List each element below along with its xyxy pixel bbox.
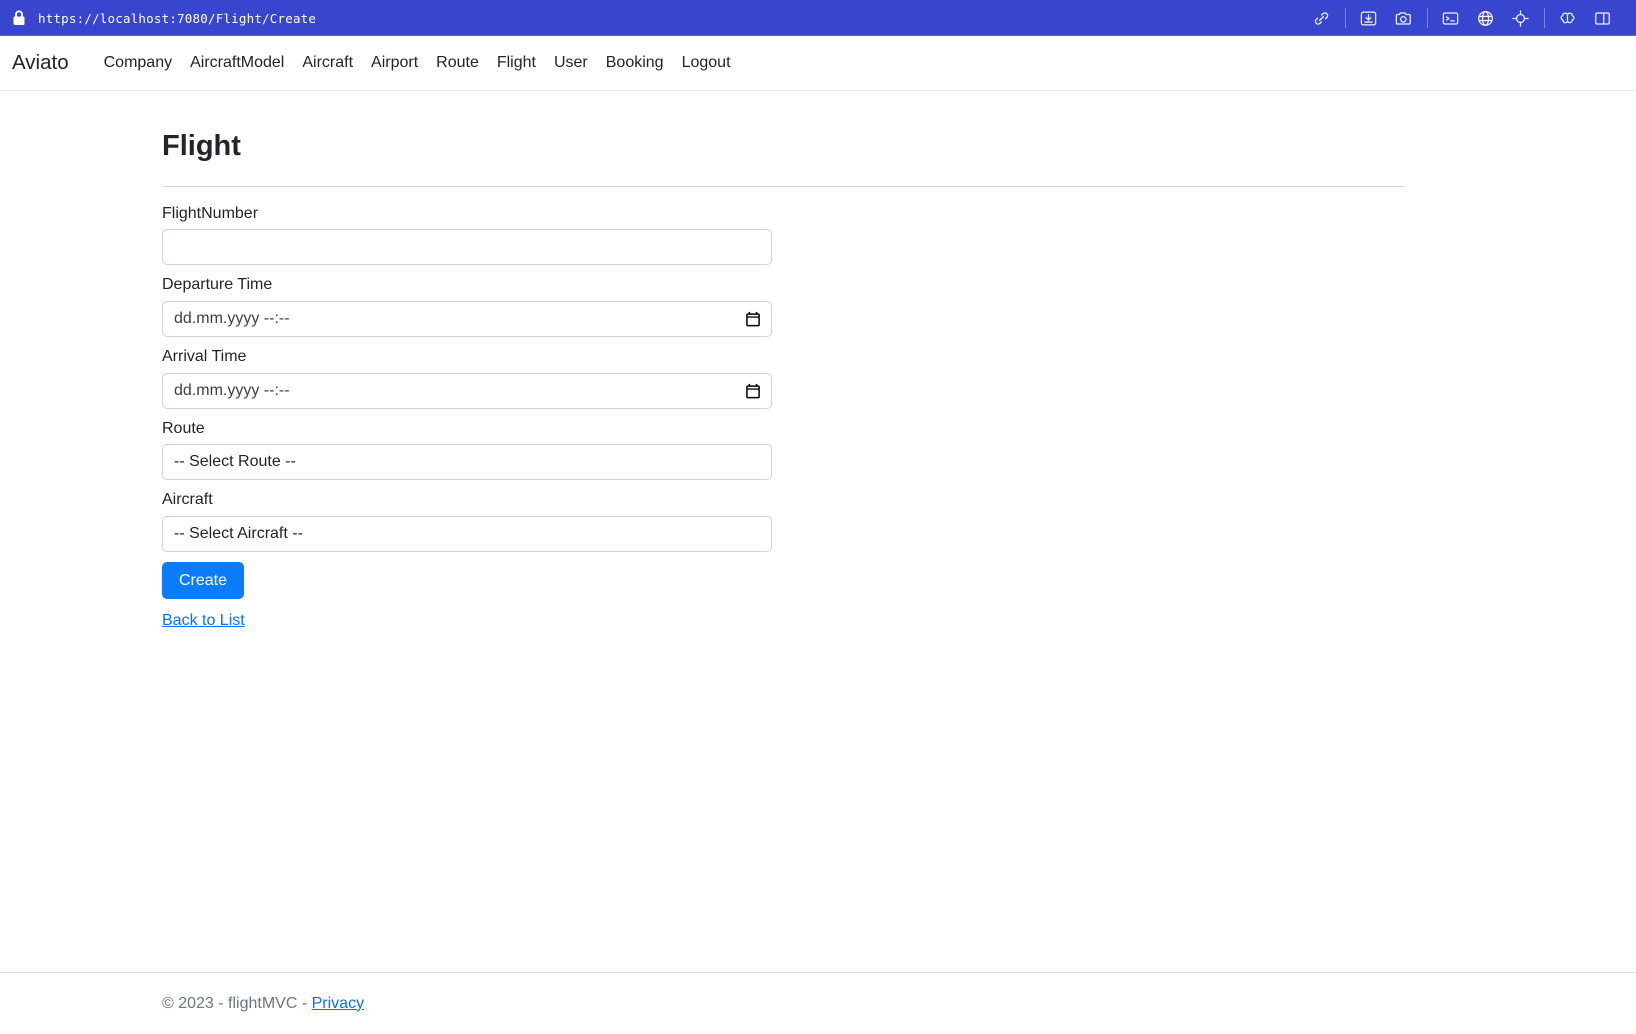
flight-create-form: FlightNumber Departure Time dd.mm.yyyy -…: [162, 187, 772, 631]
camera-icon[interactable]: [1394, 9, 1413, 28]
save-to-box-icon[interactable]: [1359, 9, 1378, 28]
nav-link-route[interactable]: Route: [427, 54, 488, 72]
lock-icon: [12, 10, 26, 26]
footer-copyright-text: © 2023 - flightMVC -: [162, 994, 312, 1012]
nav-link-flight[interactable]: Flight: [488, 54, 545, 72]
arrival-time-label: Arrival Time: [162, 347, 247, 365]
nav-link-airport[interactable]: Airport: [362, 54, 427, 72]
site-navbar: Aviato Company AircraftModel Aircraft Ai…: [0, 36, 1636, 91]
url-text[interactable]: https://localhost:7080/Flight/Create: [38, 11, 316, 26]
globe-icon[interactable]: [1476, 9, 1495, 28]
arrival-time-field: dd.mm.yyyy --:--: [162, 372, 772, 409]
nav-link-aircraft[interactable]: Aircraft: [293, 54, 362, 72]
calendar-icon[interactable]: [746, 311, 760, 327]
browser-url-bar: https://localhost:7080/Flight/Create: [0, 0, 1636, 36]
back-to-list-link[interactable]: Back to List: [162, 612, 245, 630]
toolbar-group-capture: [1345, 9, 1427, 28]
aircraft-select[interactable]: -- Select Aircraft --: [162, 515, 772, 552]
toolbar-group-tools: [1427, 9, 1544, 28]
departure-time-label: Departure Time: [162, 276, 273, 294]
departure-time-field: dd.mm.yyyy --:--: [162, 300, 772, 337]
link-icon[interactable]: [1312, 9, 1331, 28]
flight-number-input[interactable]: [162, 229, 772, 266]
privacy-link[interactable]: Privacy: [312, 995, 364, 1012]
brain-icon[interactable]: [1558, 9, 1577, 28]
nav-link-booking[interactable]: Booking: [597, 54, 673, 72]
target-crosshair-icon[interactable]: [1511, 9, 1530, 28]
terminal-icon[interactable]: [1441, 9, 1460, 28]
main-container: Flight FlightNumber Departure Time dd.mm…: [0, 91, 1636, 630]
split-panel-icon[interactable]: [1593, 9, 1612, 28]
footer-copyright: © 2023 - flightMVC - Privacy: [162, 995, 364, 1013]
nav-link-company[interactable]: Company: [95, 54, 181, 72]
arrival-time-input[interactable]: [162, 372, 772, 409]
aircraft-label: Aircraft: [162, 491, 213, 509]
departure-time-input[interactable]: [162, 300, 772, 337]
brand-aviato[interactable]: Aviato: [12, 51, 69, 75]
route-select[interactable]: -- Select Route --: [162, 444, 772, 481]
nav-link-aircraftmodel[interactable]: AircraftModel: [181, 54, 293, 72]
flight-number-label: FlightNumber: [162, 204, 259, 222]
toolbar-group-panel: [1544, 9, 1626, 28]
route-label: Route: [162, 419, 205, 437]
page-title: Flight: [162, 130, 241, 162]
page-footer: © 2023 - flightMVC - Privacy: [0, 972, 1636, 1034]
nav-link-logout[interactable]: Logout: [673, 54, 740, 72]
create-button[interactable]: Create: [162, 561, 245, 600]
calendar-icon[interactable]: [746, 383, 760, 398]
nav-links: Company AircraftModel Aircraft Airport R…: [95, 54, 740, 72]
toolbar-group-link: [1298, 9, 1345, 28]
nav-link-user[interactable]: User: [545, 54, 597, 72]
